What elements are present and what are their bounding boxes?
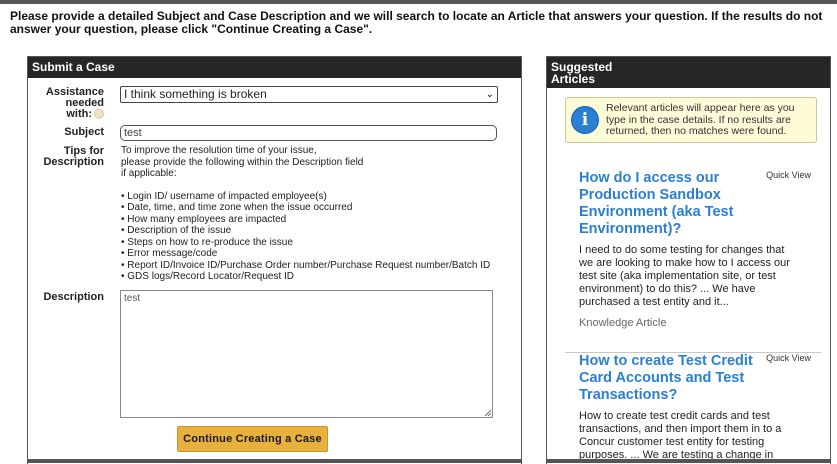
tip-item: • Description of the issue <box>121 225 232 236</box>
article-item: How do I access our Production Sandbox E… <box>579 170 819 329</box>
tip-item: • How many employees are impacted <box>121 213 287 225</box>
article-title-link[interactable]: How do I access our Production Sandbox E… <box>579 170 754 238</box>
continue-creating-case-button[interactable]: Continue Creating a Case <box>177 426 328 452</box>
tip-item: • GDS logs/Record Locator/Request ID <box>121 271 295 282</box>
tip-item: • Error message/code <box>121 248 218 259</box>
top-bar <box>0 0 837 4</box>
submit-panel-bottom-border <box>27 459 521 463</box>
help-icon[interactable] <box>94 109 104 120</box>
submit-case-panel: Submit a Case Assistance needed with: I … <box>27 56 522 464</box>
submit-case-title: Submit a Case <box>28 57 521 78</box>
info-box: i Relevant articles will appear here as … <box>565 97 817 143</box>
assistance-select[interactable]: I think something is broken ⌄ <box>120 86 498 103</box>
article-item: How to create Test Credit Card Accounts … <box>579 353 819 462</box>
tips-text: To improve the resolution time of your i… <box>121 145 511 283</box>
tips-label: Tips for Description <box>43 145 104 168</box>
chevron-down-icon: ⌄ <box>485 89 494 100</box>
suggested-articles-title: Suggested Articles <box>547 57 830 88</box>
quick-view-link[interactable]: Quick View <box>766 353 811 363</box>
tip-item: • Date, time, and time zone when the iss… <box>121 202 353 213</box>
article-snippet: How to create test credit cards and test… <box>579 410 782 461</box>
suggested-articles-panel: Suggested Articles i Relevant articles w… <box>546 56 831 464</box>
description-textarea[interactable]: test <box>120 290 493 418</box>
info-text: Relevant articles will appear here as yo… <box>606 102 795 137</box>
resize-handle-icon[interactable] <box>485 410 491 416</box>
subject-input[interactable]: test <box>120 125 497 141</box>
article-title-link[interactable]: How to create Test Credit Card Accounts … <box>579 353 754 404</box>
article-type: Knowledge Article <box>579 317 667 329</box>
quick-view-link[interactable]: Quick View <box>766 170 811 180</box>
article-snippet: I need to do some testing for changes th… <box>579 244 790 308</box>
tip-item: • Report ID/Invoice ID/Purchase Order nu… <box>121 259 491 271</box>
suggested-panel-bottom-border <box>546 459 830 463</box>
assistance-label: Assistance needed with: <box>45 86 104 120</box>
info-icon: i <box>571 106 599 134</box>
intro-text: Please provide a detailed Subject and Ca… <box>10 9 823 36</box>
tip-item: • Login ID/ username of impacted employe… <box>121 190 327 202</box>
description-label: Description <box>43 291 104 303</box>
subject-label: Subject <box>64 126 104 138</box>
tip-item: • Steps on how to re-produce the issue <box>121 236 293 248</box>
